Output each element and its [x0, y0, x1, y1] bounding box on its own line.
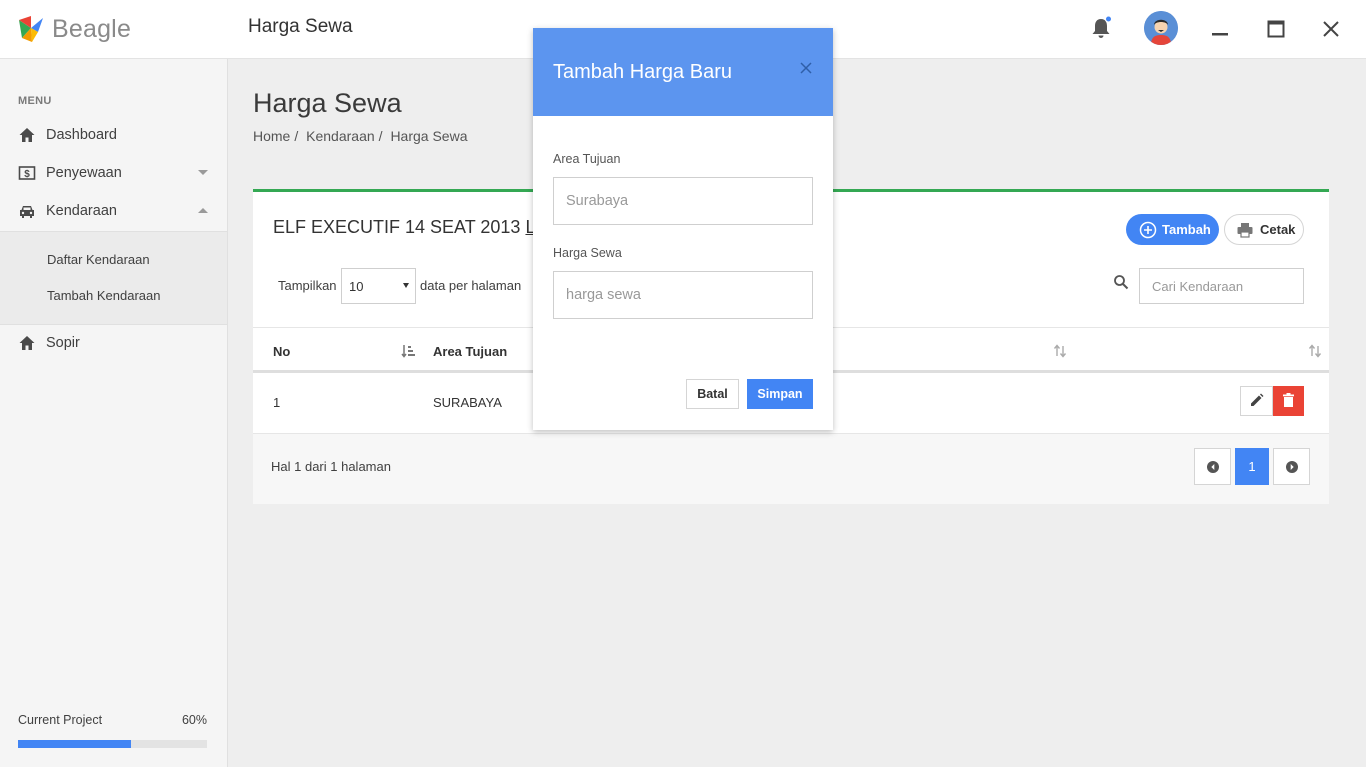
chevron-up-icon: [198, 208, 208, 213]
page-info: Hal 1 dari 1 halaman: [271, 459, 391, 474]
vehicle-title: ELF EXECUTIF 14 SEAT 2013 L 30: [273, 217, 560, 238]
breadcrumb-separator: /: [378, 128, 383, 144]
logo-text: Beagle: [52, 14, 132, 43]
current-project-label: Current Project: [18, 713, 103, 727]
sidebar-item-kendaraan[interactable]: Kendaraan: [0, 192, 228, 230]
search-icon: [1114, 275, 1129, 290]
previous-page-button[interactable]: [1194, 448, 1231, 485]
close-window-icon[interactable]: [1316, 14, 1346, 44]
sidebar-item-sopir[interactable]: Sopir: [0, 324, 228, 362]
show-label: Tampilkan: [278, 278, 337, 293]
page-button-1[interactable]: 1: [1235, 448, 1269, 485]
chevron-left-icon: [1206, 460, 1219, 473]
sort-icon[interactable]: [1308, 344, 1322, 358]
per-page-label: data per halaman: [420, 278, 522, 293]
sidebar-item-label: Sopir: [46, 335, 80, 351]
home-icon: [19, 336, 35, 350]
harga-sewa-label: Harga Sewa: [553, 246, 622, 260]
sidebar-item-label: Kendaraan: [46, 203, 117, 219]
search-input[interactable]: [1139, 268, 1304, 304]
modal-title: Tambah Harga Baru: [553, 61, 732, 83]
edit-button[interactable]: [1240, 386, 1273, 416]
add-price-modal: Tambah Harga Baru Area Tujuan Harga Sewa…: [533, 28, 833, 430]
page-size-select[interactable]: 10: [341, 268, 416, 304]
kendaraan-submenu: Daftar Kendaraan Tambah Kendaraan: [0, 231, 227, 325]
delete-button[interactable]: [1273, 386, 1304, 416]
add-circle-icon: [1139, 221, 1157, 238]
sidebar-item-dashboard[interactable]: Dashboard: [0, 116, 228, 154]
sidebar-item-label: Penyewaan: [46, 165, 122, 181]
table-footer: Hal 1 dari 1 halaman 1: [253, 434, 1329, 504]
chevron-down-icon: [198, 170, 208, 175]
minimize-icon[interactable]: [1205, 14, 1235, 44]
column-header-no[interactable]: No: [273, 344, 290, 359]
maximize-icon[interactable]: [1261, 14, 1291, 44]
area-tujuan-input[interactable]: [553, 177, 813, 225]
print-button-label: Cetak: [1260, 222, 1296, 237]
row-area-tujuan: SURABAYA: [433, 395, 502, 410]
menu-title: MENU: [18, 95, 52, 107]
printer-icon: [1237, 222, 1253, 238]
breadcrumb: Home / Kendaraan / Harga Sewa: [253, 128, 471, 144]
beagle-logo-icon: [19, 16, 43, 42]
user-avatar[interactable]: [1144, 11, 1178, 45]
notification-bell-icon[interactable]: [1089, 15, 1113, 41]
dropdown-arrow-icon: [403, 283, 409, 288]
vehicle-name: ELF EXECUTIF 14 SEAT 2013: [273, 217, 526, 237]
print-button[interactable]: Cetak: [1224, 214, 1304, 245]
breadcrumb-home[interactable]: Home: [253, 128, 290, 144]
sidebar-subitem-daftar-kendaraan[interactable]: Daftar Kendaraan: [47, 252, 150, 267]
sidebar-item-penyewaan[interactable]: $ Penyewaan: [0, 154, 228, 192]
sidebar: MENU Dashboard $ Penyewaan Kendaraan Daf…: [0, 59, 228, 767]
user-avatar-icon: [1144, 11, 1178, 45]
current-project-percent: 60%: [181, 713, 207, 727]
sort-ascending-icon[interactable]: [401, 344, 415, 358]
home-icon: [19, 128, 35, 142]
modal-header: Tambah Harga Baru: [533, 28, 833, 116]
save-button[interactable]: Simpan: [747, 379, 813, 409]
header-page-title: Harga Sewa: [248, 16, 353, 37]
area-tujuan-label: Area Tujuan: [553, 152, 621, 166]
column-header-area-tujuan[interactable]: Area Tujuan: [433, 344, 507, 359]
car-icon: [20, 206, 34, 218]
page-size-value: 10: [349, 279, 364, 294]
chevron-right-icon: [1285, 460, 1298, 473]
breadcrumb-separator: /: [294, 128, 299, 144]
row-no: 1: [273, 395, 281, 410]
add-button[interactable]: Tambah: [1126, 214, 1219, 245]
breadcrumb-current: Harga Sewa: [390, 128, 468, 144]
sidebar-item-label: Dashboard: [46, 127, 117, 143]
sort-icon[interactable]: [1053, 344, 1067, 358]
project-progress-fill: [18, 740, 132, 748]
app-logo[interactable]: Beagle: [16, 14, 131, 44]
sidebar-subitem-tambah-kendaraan[interactable]: Tambah Kendaraan: [47, 288, 160, 303]
close-icon[interactable]: [798, 60, 814, 76]
pencil-icon: [1251, 393, 1264, 406]
dollar-icon: $: [18, 166, 36, 180]
project-progress-bar: [18, 740, 207, 748]
trash-icon: [1283, 393, 1294, 407]
breadcrumb-kendaraan[interactable]: Kendaraan: [306, 128, 375, 144]
cancel-button[interactable]: Batal: [686, 379, 739, 409]
add-button-label: Tambah: [1162, 222, 1211, 237]
svg-text:$: $: [24, 169, 30, 180]
harga-sewa-input[interactable]: [553, 271, 813, 319]
page-title: Harga Sewa: [253, 88, 402, 118]
next-page-button[interactable]: [1273, 448, 1310, 485]
